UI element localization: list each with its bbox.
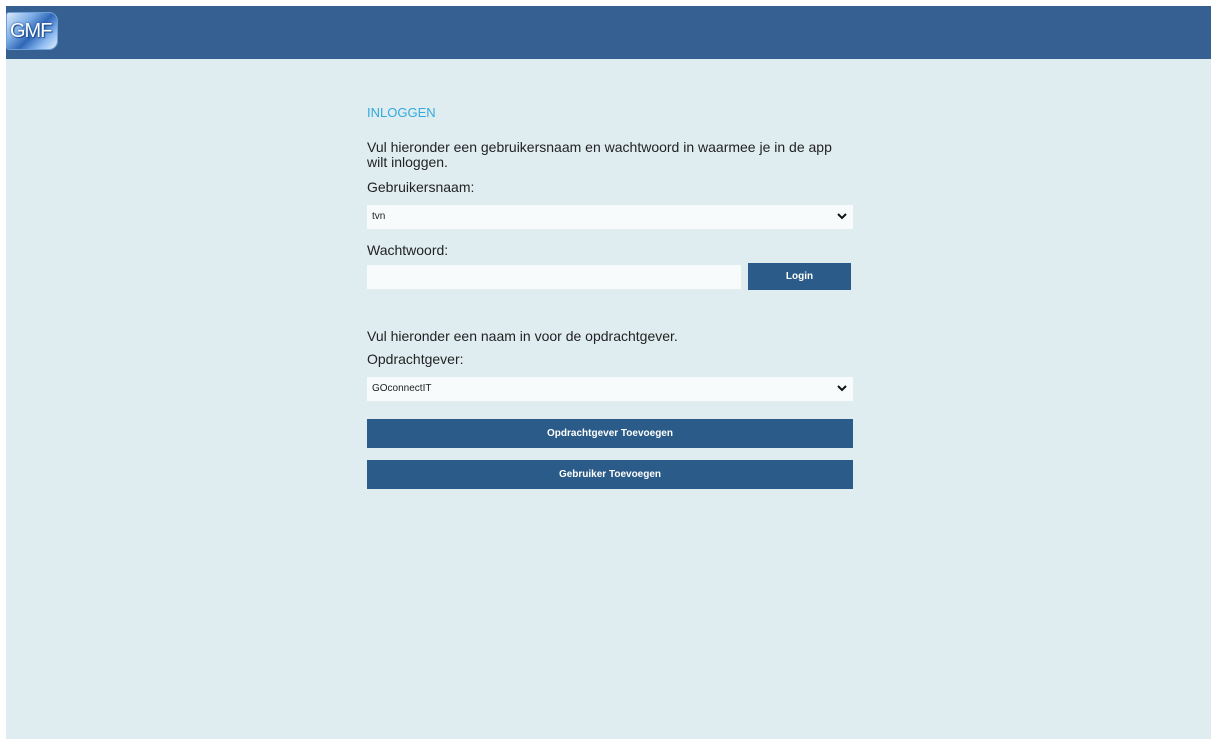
app-window: GMF INLOGGEN Vul hieronder een gebruiker…: [6, 6, 1211, 739]
client-instructions: Vul hieronder een naam in voor de opdrac…: [367, 328, 678, 344]
logo-text: GMF: [10, 20, 52, 42]
client-select-value: GOconnectIT: [372, 383, 432, 394]
password-label: Wachtwoord:: [367, 242, 449, 258]
username-select[interactable]: tvn: [367, 205, 853, 229]
password-input[interactable]: [367, 265, 741, 289]
login-button[interactable]: Login: [748, 263, 851, 290]
username-label: Gebruikersnaam:: [367, 179, 475, 195]
client-label: Opdrachtgever:: [367, 351, 464, 367]
gmf-logo: GMF: [6, 12, 58, 50]
add-user-button[interactable]: Gebruiker Toevoegen: [367, 460, 853, 489]
chevron-down-icon: [837, 385, 847, 392]
add-client-button[interactable]: Opdrachtgever Toevoegen: [367, 419, 853, 448]
client-select[interactable]: GOconnectIT: [367, 377, 853, 401]
page-title: INLOGGEN: [367, 105, 436, 120]
top-bar: GMF: [6, 6, 1211, 59]
username-select-value: tvn: [372, 211, 386, 222]
chevron-down-icon: [837, 213, 847, 220]
login-instructions: Vul hieronder een gebruikersnaam en wach…: [367, 139, 832, 170]
